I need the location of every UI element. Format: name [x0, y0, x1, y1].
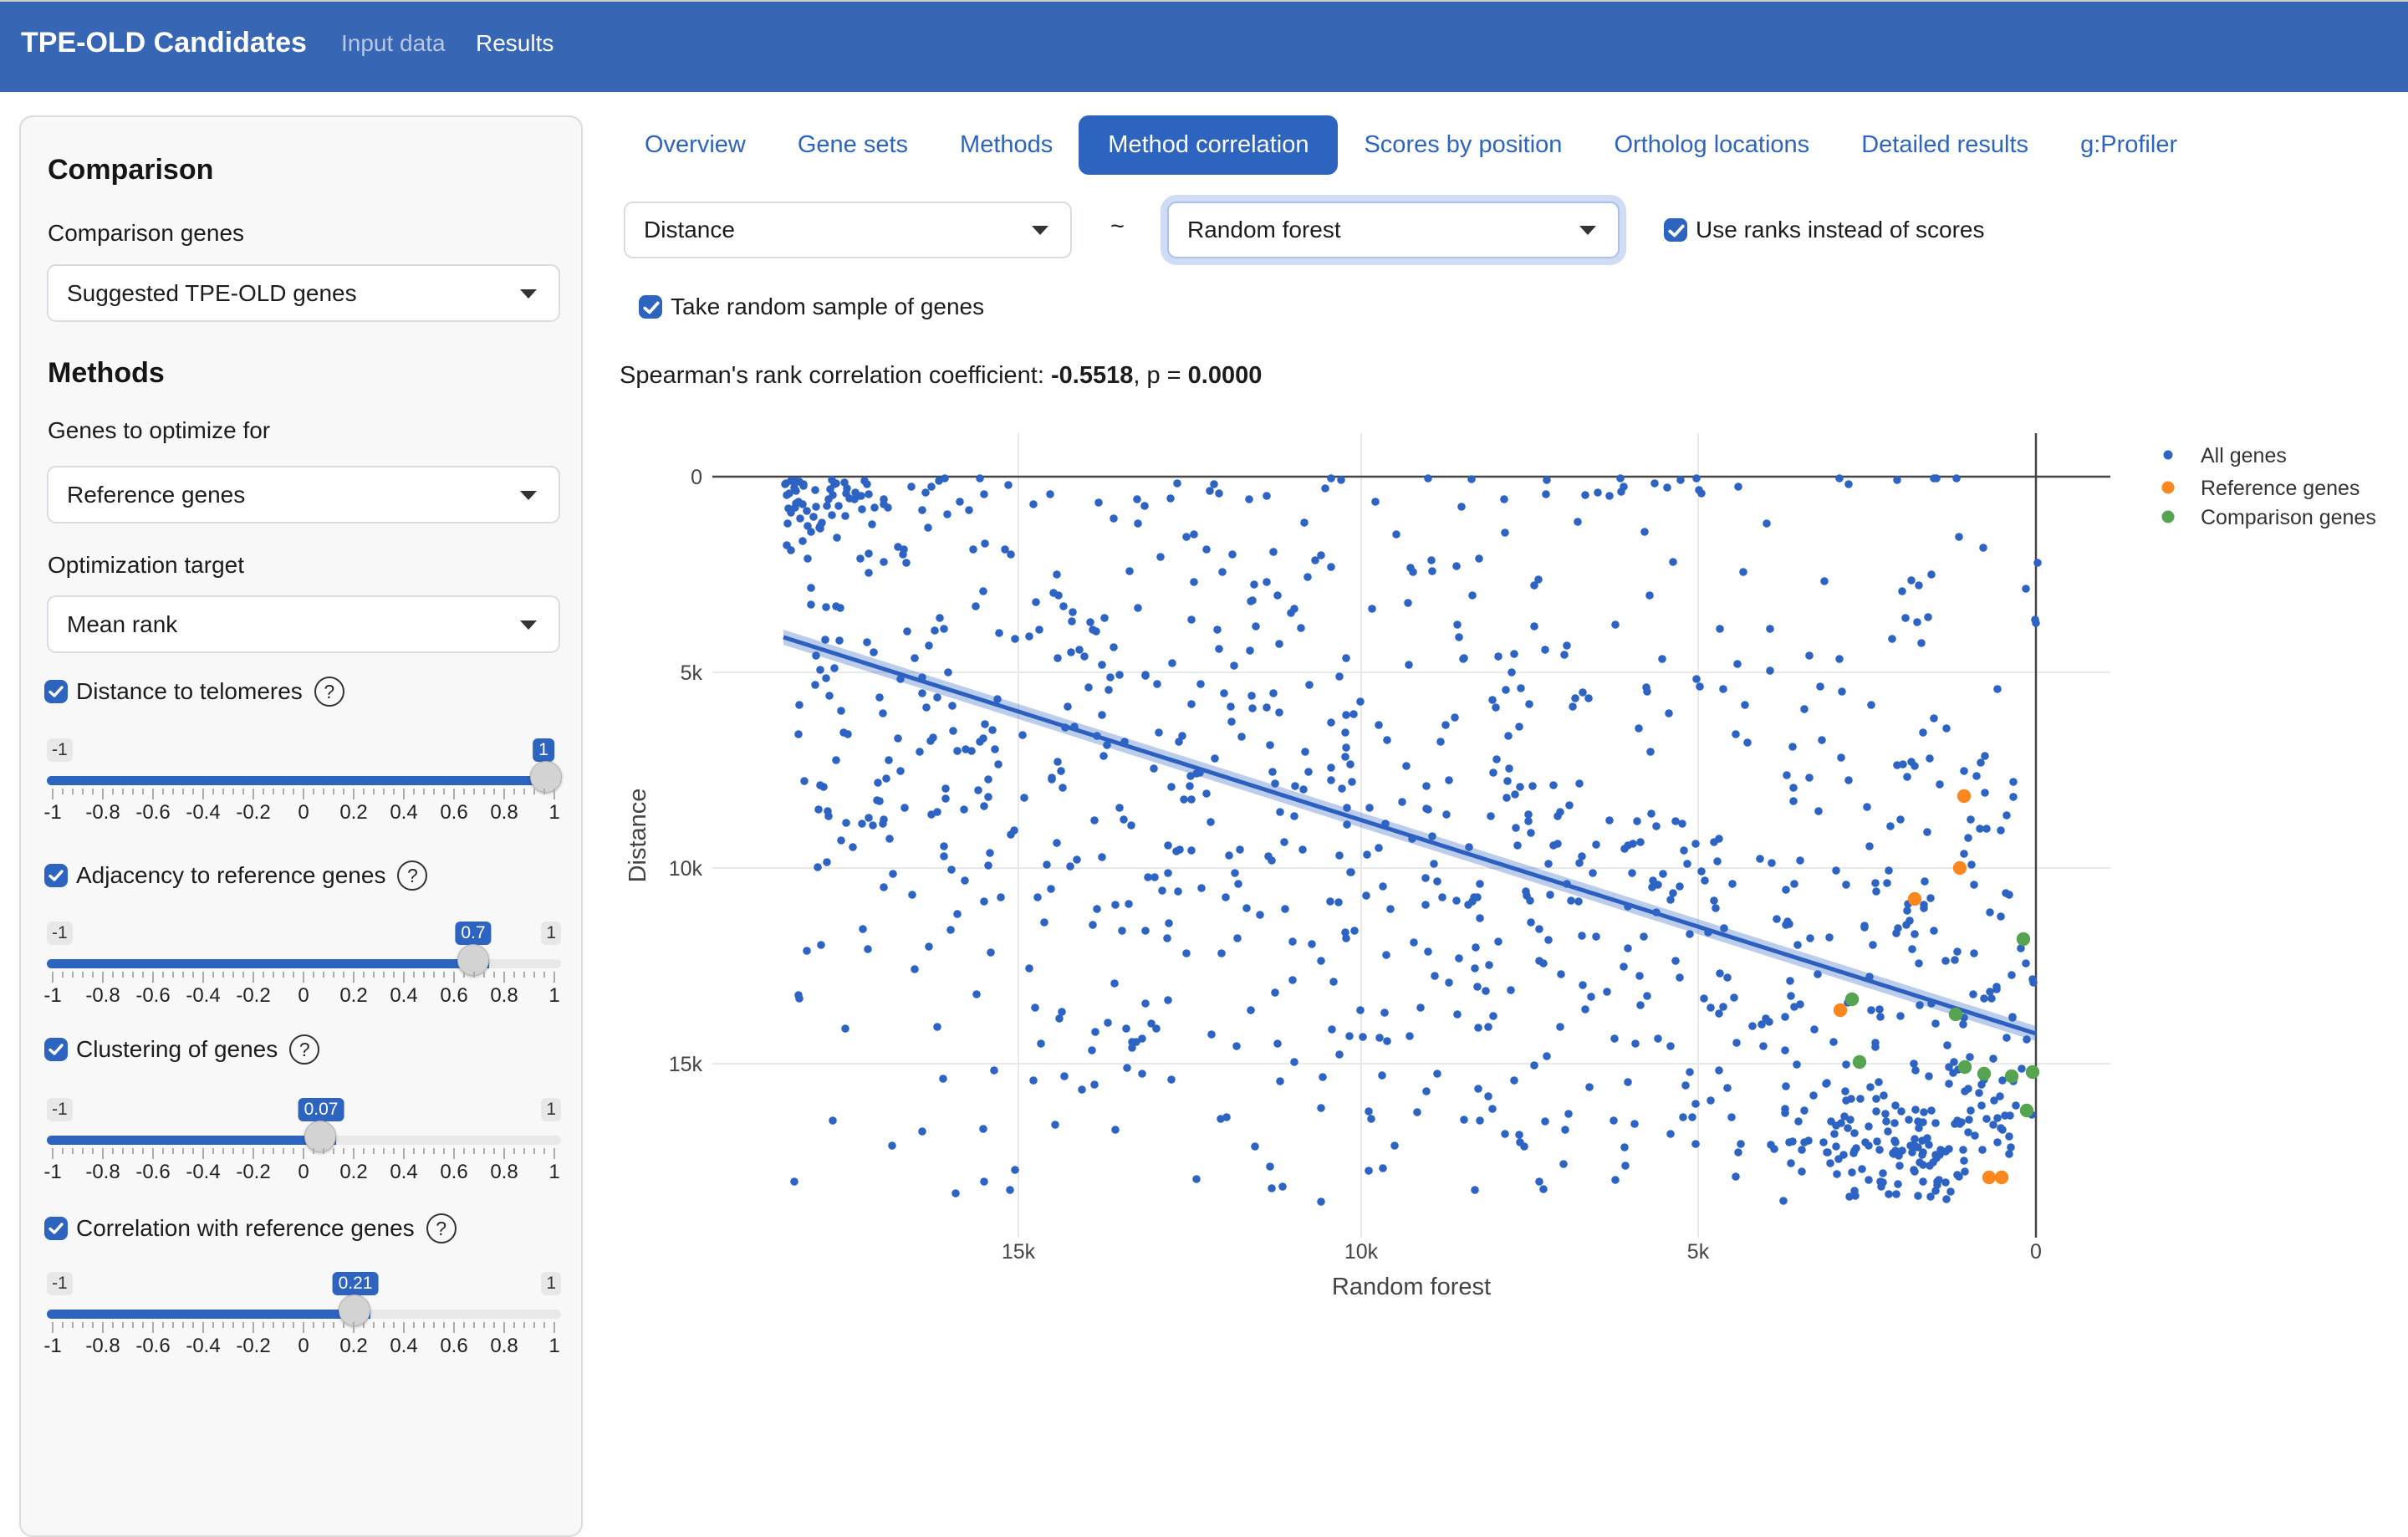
svg-text:15k: 15k: [1002, 1240, 1036, 1264]
svg-text:Reference genes: Reference genes: [2201, 477, 2360, 500]
svg-text:10k: 10k: [669, 857, 703, 881]
svg-text:10k: 10k: [1344, 1240, 1379, 1264]
svg-text:Distance: Distance: [625, 789, 651, 883]
svg-text:0: 0: [691, 466, 702, 489]
svg-text:Random forest: Random forest: [1332, 1274, 1491, 1300]
svg-text:5k: 5k: [681, 661, 703, 685]
svg-text:5k: 5k: [1687, 1240, 1710, 1264]
svg-text:0: 0: [2030, 1240, 2042, 1264]
svg-text:Comparison genes: Comparison genes: [2201, 506, 2376, 529]
svg-text:15k: 15k: [669, 1053, 703, 1076]
svg-text:All genes: All genes: [2201, 444, 2287, 467]
